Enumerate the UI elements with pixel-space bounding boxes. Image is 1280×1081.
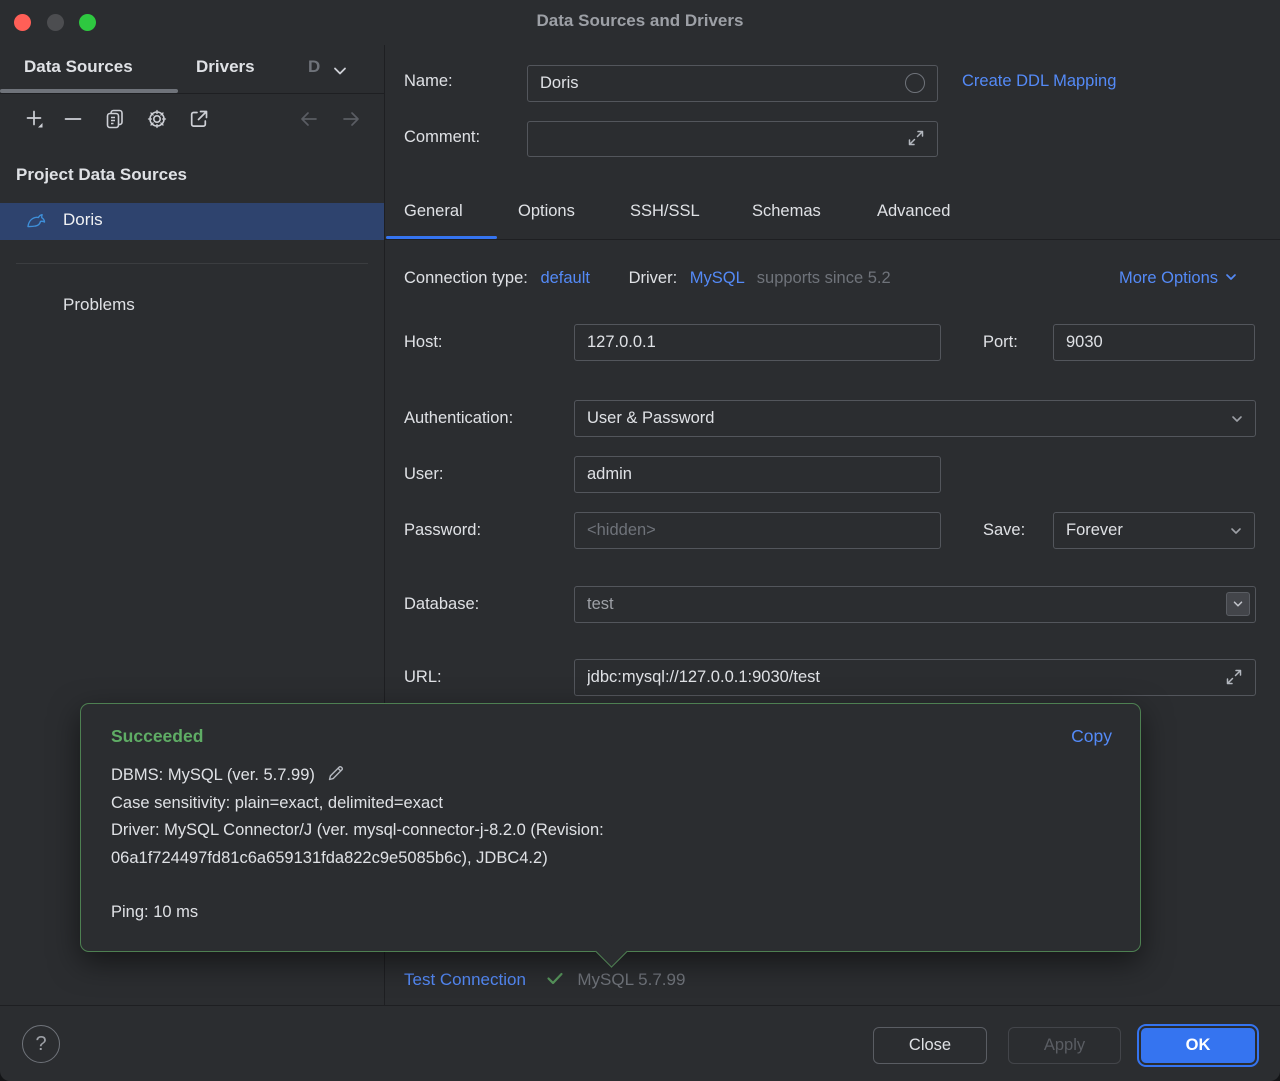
authentication-label: Authentication:: [404, 409, 513, 428]
open-external-icon[interactable]: [188, 108, 210, 130]
settings-gear-icon[interactable]: [146, 108, 168, 130]
save-value: Forever: [1066, 521, 1123, 540]
window-title: Data Sources and Drivers: [0, 11, 1280, 31]
tab-overflow-truncated[interactable]: D: [308, 57, 320, 77]
save-select[interactable]: Forever: [1053, 512, 1255, 549]
duplicate-icon[interactable]: [104, 108, 126, 130]
popup-case-line: Case sensitivity: plain=exact, delimited…: [111, 790, 951, 818]
port-input[interactable]: [1053, 324, 1255, 361]
tab-drivers[interactable]: Drivers: [196, 57, 255, 77]
back-arrow-icon[interactable]: [298, 108, 320, 130]
more-options-link[interactable]: More Options: [1119, 269, 1239, 288]
mysql-dolphin-icon: [26, 211, 48, 233]
project-data-sources-header: Project Data Sources: [16, 165, 187, 185]
authentication-select[interactable]: User & Password: [574, 400, 1256, 437]
tab-advanced[interactable]: Advanced: [877, 202, 950, 221]
apply-button[interactable]: Apply: [1008, 1027, 1121, 1064]
test-connection-popup: Succeeded Copy DBMS: MySQL (ver. 5.7.99)…: [80, 703, 1141, 952]
name-field-circle-icon: [905, 73, 925, 93]
more-options-chevron-icon: [1223, 269, 1239, 285]
success-check-icon: [545, 968, 565, 988]
test-connection-link[interactable]: Test Connection: [404, 970, 526, 989]
ok-button-focus-ring: OK: [1137, 1024, 1259, 1067]
sidebar-divider: [16, 263, 368, 264]
data-source-name: Doris: [63, 210, 103, 230]
user-label: User:: [404, 465, 443, 484]
data-sources-dialog: Data Sources and Drivers Data Sources Dr…: [0, 0, 1280, 1081]
connection-type-label: Connection type:: [404, 269, 528, 287]
tab-overflow-chevron-icon[interactable]: [330, 61, 350, 81]
popup-status: Succeeded: [111, 726, 203, 747]
settings-tab-strip: General Options SSH/SSL Schemas Advanced: [385, 190, 1280, 240]
database-label: Database:: [404, 595, 479, 614]
database-value: test: [587, 595, 614, 614]
save-chevron-icon: [1228, 523, 1244, 539]
popup-dbms-text: DBMS: MySQL (ver. 5.7.99): [111, 766, 315, 784]
name-label: Name:: [404, 72, 453, 91]
driver-value[interactable]: MySQL: [690, 269, 744, 287]
password-label: Password:: [404, 521, 481, 540]
test-connection-row: Test Connection MySQL 5.7.99: [404, 968, 685, 990]
title-bar: Data Sources and Drivers: [0, 0, 1280, 45]
driver-label: Driver:: [629, 269, 678, 287]
database-combobox[interactable]: test: [574, 586, 1256, 623]
authentication-chevron-icon: [1229, 411, 1245, 427]
comment-expand-icon[interactable]: [907, 129, 925, 147]
connection-type-row: Connection type: default Driver: MySQL s…: [404, 269, 891, 288]
popup-driver-line: Driver: MySQL Connector/J (ver. mysql-co…: [111, 817, 951, 872]
test-result-text: MySQL 5.7.99: [577, 970, 685, 989]
popup-details: DBMS: MySQL (ver. 5.7.99) Case sensitivi…: [111, 762, 951, 927]
comment-label: Comment:: [404, 128, 480, 147]
url-label: URL:: [404, 668, 442, 687]
port-label: Port:: [983, 333, 1018, 352]
data-source-row-doris[interactable]: Doris: [0, 203, 384, 240]
comment-input[interactable]: [527, 121, 938, 157]
remove-icon[interactable]: [62, 108, 84, 130]
save-label: Save:: [983, 521, 1025, 540]
database-dropdown-button[interactable]: [1226, 592, 1250, 616]
tab-general[interactable]: General: [404, 202, 463, 221]
tab-schemas[interactable]: Schemas: [752, 202, 821, 221]
sidebar-toolbar: [0, 93, 384, 145]
footer: ? Close Apply OK: [0, 1005, 1280, 1081]
host-label: Host:: [404, 333, 443, 352]
help-button[interactable]: ?: [22, 1025, 60, 1063]
driver-note: supports since 5.2: [757, 269, 891, 287]
forward-arrow-icon[interactable]: [340, 108, 362, 130]
close-button[interactable]: Close: [873, 1027, 987, 1064]
connection-type-value[interactable]: default: [540, 269, 590, 287]
sidebar-item-problems[interactable]: Problems: [63, 295, 135, 315]
tab-data-sources[interactable]: Data Sources: [24, 57, 133, 77]
user-input[interactable]: [574, 456, 941, 493]
password-input[interactable]: [574, 512, 941, 549]
popup-ping-line: Ping: 10 ms: [111, 899, 951, 927]
more-options-label: More Options: [1119, 269, 1218, 287]
sidebar-tab-strip: Data Sources Drivers D: [0, 45, 384, 94]
authentication-value: User & Password: [587, 409, 714, 428]
name-input[interactable]: [527, 65, 938, 102]
active-tab-underline: [386, 236, 497, 239]
add-icon[interactable]: [24, 108, 46, 130]
create-ddl-mapping-link[interactable]: Create DDL Mapping: [962, 72, 1116, 91]
ok-button[interactable]: OK: [1141, 1028, 1255, 1063]
tab-ssh-ssl[interactable]: SSH/SSL: [630, 202, 700, 221]
url-input[interactable]: [574, 659, 1256, 696]
popup-copy-link[interactable]: Copy: [1071, 726, 1112, 747]
edit-pencil-icon[interactable]: [327, 764, 345, 782]
host-input[interactable]: [574, 324, 941, 361]
tab-options[interactable]: Options: [518, 202, 575, 221]
popup-dbms-line: DBMS: MySQL (ver. 5.7.99): [111, 762, 951, 790]
url-expand-icon[interactable]: [1225, 668, 1243, 686]
